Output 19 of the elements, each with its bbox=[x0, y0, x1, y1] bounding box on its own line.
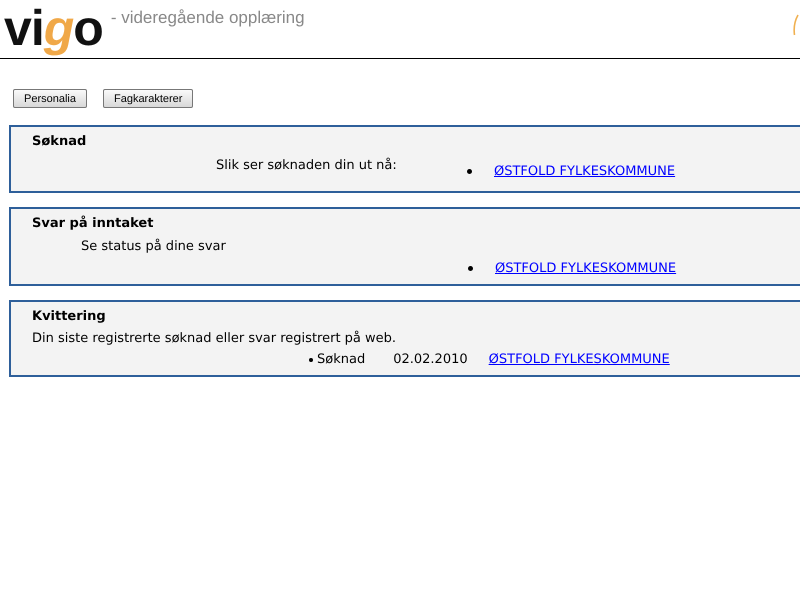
nav-button[interactable]: Personalia bbox=[13, 89, 87, 108]
panel-text: Din siste registrerte søknad eller svar registrert på web. bbox=[32, 331, 398, 346]
item-date: 02.02.2010 bbox=[393, 352, 468, 367]
bullet-icon bbox=[467, 169, 472, 174]
bullet-icon bbox=[309, 358, 313, 362]
panel-text: Se status på dine svar bbox=[81, 239, 227, 254]
nav-button[interactable]: Fagkarakterer bbox=[102, 89, 194, 108]
link[interactable]: ØSTFOLD FYLKESKOMMUNE bbox=[495, 261, 676, 276]
panel-text: Slik ser søknaden din ut nå: bbox=[216, 158, 398, 173]
swoosh-icon bbox=[793, 14, 799, 36]
logo: vigo bbox=[3, 2, 103, 54]
logo-tagline: - videregående opplæring bbox=[110, 8, 305, 28]
panel-title: Søknad bbox=[32, 133, 88, 150]
panel-title: Svar på inntaket bbox=[32, 215, 154, 232]
link[interactable]: ØSTFOLD FYLKESKOMMUNE bbox=[488, 352, 670, 367]
panel-title: Kvittering bbox=[32, 308, 107, 325]
bullet-icon bbox=[468, 266, 473, 271]
item-type: Søknad bbox=[317, 352, 366, 367]
link[interactable]: ØSTFOLD FYLKESKOMMUNE bbox=[494, 164, 676, 179]
